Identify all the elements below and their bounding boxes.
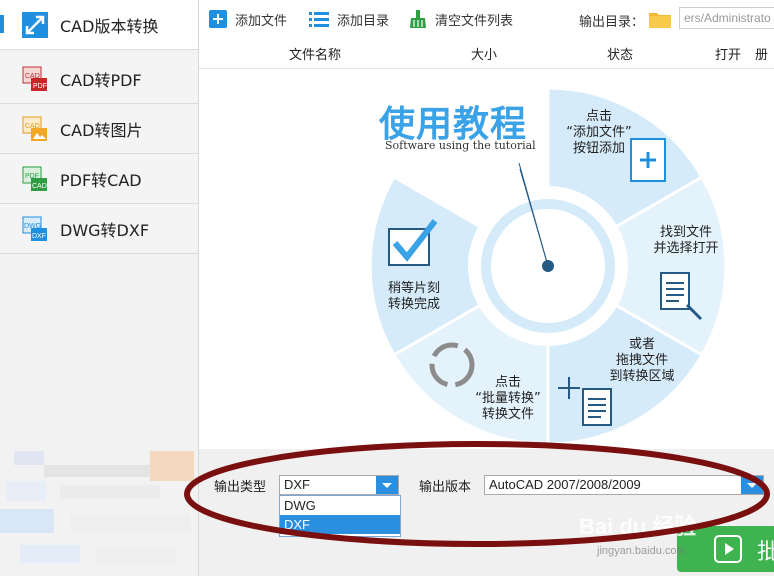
tutorial-step-5: 稍等片刻 转换完成 <box>387 281 440 312</box>
svg-text:CAD: CAD <box>32 183 47 190</box>
cad-version-icon <box>22 11 48 38</box>
clear-list-button[interactable]: 清空文件列表 <box>409 9 513 29</box>
col-status: 状态 <box>607 48 634 63</box>
clear-list-label: 清空文件列表 <box>435 13 514 29</box>
dwg-dxf-icon: DWG DXF <box>22 216 48 242</box>
tutorial-step-3: 或者 拖拽文件 到转换区域 <box>609 337 675 384</box>
cad-pdf-icon: CAD PDF <box>22 66 48 92</box>
play-icon <box>714 535 742 563</box>
pdf-cad-icon: PDF CAD <box>22 166 48 192</box>
col-delete: 册 <box>755 48 769 63</box>
folder-icon[interactable] <box>649 10 671 28</box>
chevron-down-icon[interactable] <box>376 476 398 494</box>
col-size: 大小 <box>471 48 498 63</box>
sidebar-item-label: CAD转PDF <box>60 70 142 90</box>
tutorial-subtitle: Software using the tutorial <box>385 139 536 152</box>
output-version-label: 输出版本 <box>419 480 472 495</box>
output-version-select[interactable]: AutoCAD 2007/2008/2009 <box>484 475 764 495</box>
add-folder-label: 添加目录 <box>337 13 390 29</box>
add-folder-button[interactable]: 添加目录 <box>309 9 389 29</box>
svg-text:DXF: DXF <box>32 233 46 240</box>
file-table-header: 文件名称 大小 状态 打开 册 <box>199 38 774 69</box>
output-path-field[interactable]: ers/Administrato <box>679 7 774 29</box>
tutorial-step-1: 点击 “添加文件” 按钮添加 <box>566 109 632 156</box>
sidebar: CAD版本转换 CAD PDF CAD转PDF CAD CAD转图片 PDF CAD… <box>0 0 199 576</box>
cad-image-icon: CAD <box>22 116 48 142</box>
output-dir-label: 输出目录： <box>579 15 645 30</box>
sidebar-item-pdf-cad[interactable]: PDF CAD PDF转CAD <box>0 154 198 204</box>
add-file-label: 添加文件 <box>235 13 288 29</box>
output-type-select[interactable]: DXF <box>279 475 399 495</box>
sidebar-item-label: DWG转DXF <box>60 220 150 240</box>
list-icon <box>309 12 329 27</box>
output-options-bar: 输出类型 DXF DWG DXF 输出版本 AutoCAD 2007/2008/… <box>199 449 774 576</box>
option-dxf[interactable]: DXF <box>280 515 400 534</box>
svg-text:PDF: PDF <box>33 83 47 90</box>
option-dwg[interactable]: DWG <box>280 496 400 515</box>
sidebar-item-dwg-dxf[interactable]: DWG DXF DWG转DXF <box>0 204 198 254</box>
sidebar-item-cad-image[interactable]: CAD CAD转图片 <box>0 104 198 154</box>
col-open: 打开 <box>715 48 742 63</box>
output-type-label: 输出类型 <box>214 480 267 495</box>
watermark-url: jingyan.baidu.com <box>597 545 686 557</box>
tutorial-area[interactable]: 使用教程 Software using the tutorial 点击 “添加文件… <box>199 69 774 449</box>
watermark-text: Bai du 经验 <box>579 514 697 539</box>
add-file-button[interactable]: 添加文件 <box>209 9 287 29</box>
convert-label: 批 <box>757 540 774 565</box>
blurred-region <box>0 445 198 576</box>
output-type-dropdown: DWG DXF <box>279 495 401 537</box>
chevron-down-icon[interactable] <box>741 476 763 494</box>
col-filename: 文件名称 <box>289 48 342 63</box>
tutorial-step-2: 找到文件 并选择打开 <box>653 225 719 256</box>
sidebar-item-cad-pdf[interactable]: CAD PDF CAD转PDF <box>0 54 198 104</box>
sidebar-item-label: PDF转CAD <box>60 170 142 190</box>
tutorial-step-4: 点击 “批量转换” 转换文件 <box>475 375 541 422</box>
broom-icon <box>410 10 426 28</box>
sidebar-item-label: CAD转图片 <box>60 120 143 140</box>
toolbar: 添加文件 添加目录 清空文件列表 输出目录： ers/Administrato <box>199 0 774 38</box>
sidebar-item-cad-version[interactable]: CAD版本转换 <box>0 0 198 50</box>
sidebar-item-label: CAD版本转换 <box>60 16 159 36</box>
add-file-icon <box>209 10 227 28</box>
